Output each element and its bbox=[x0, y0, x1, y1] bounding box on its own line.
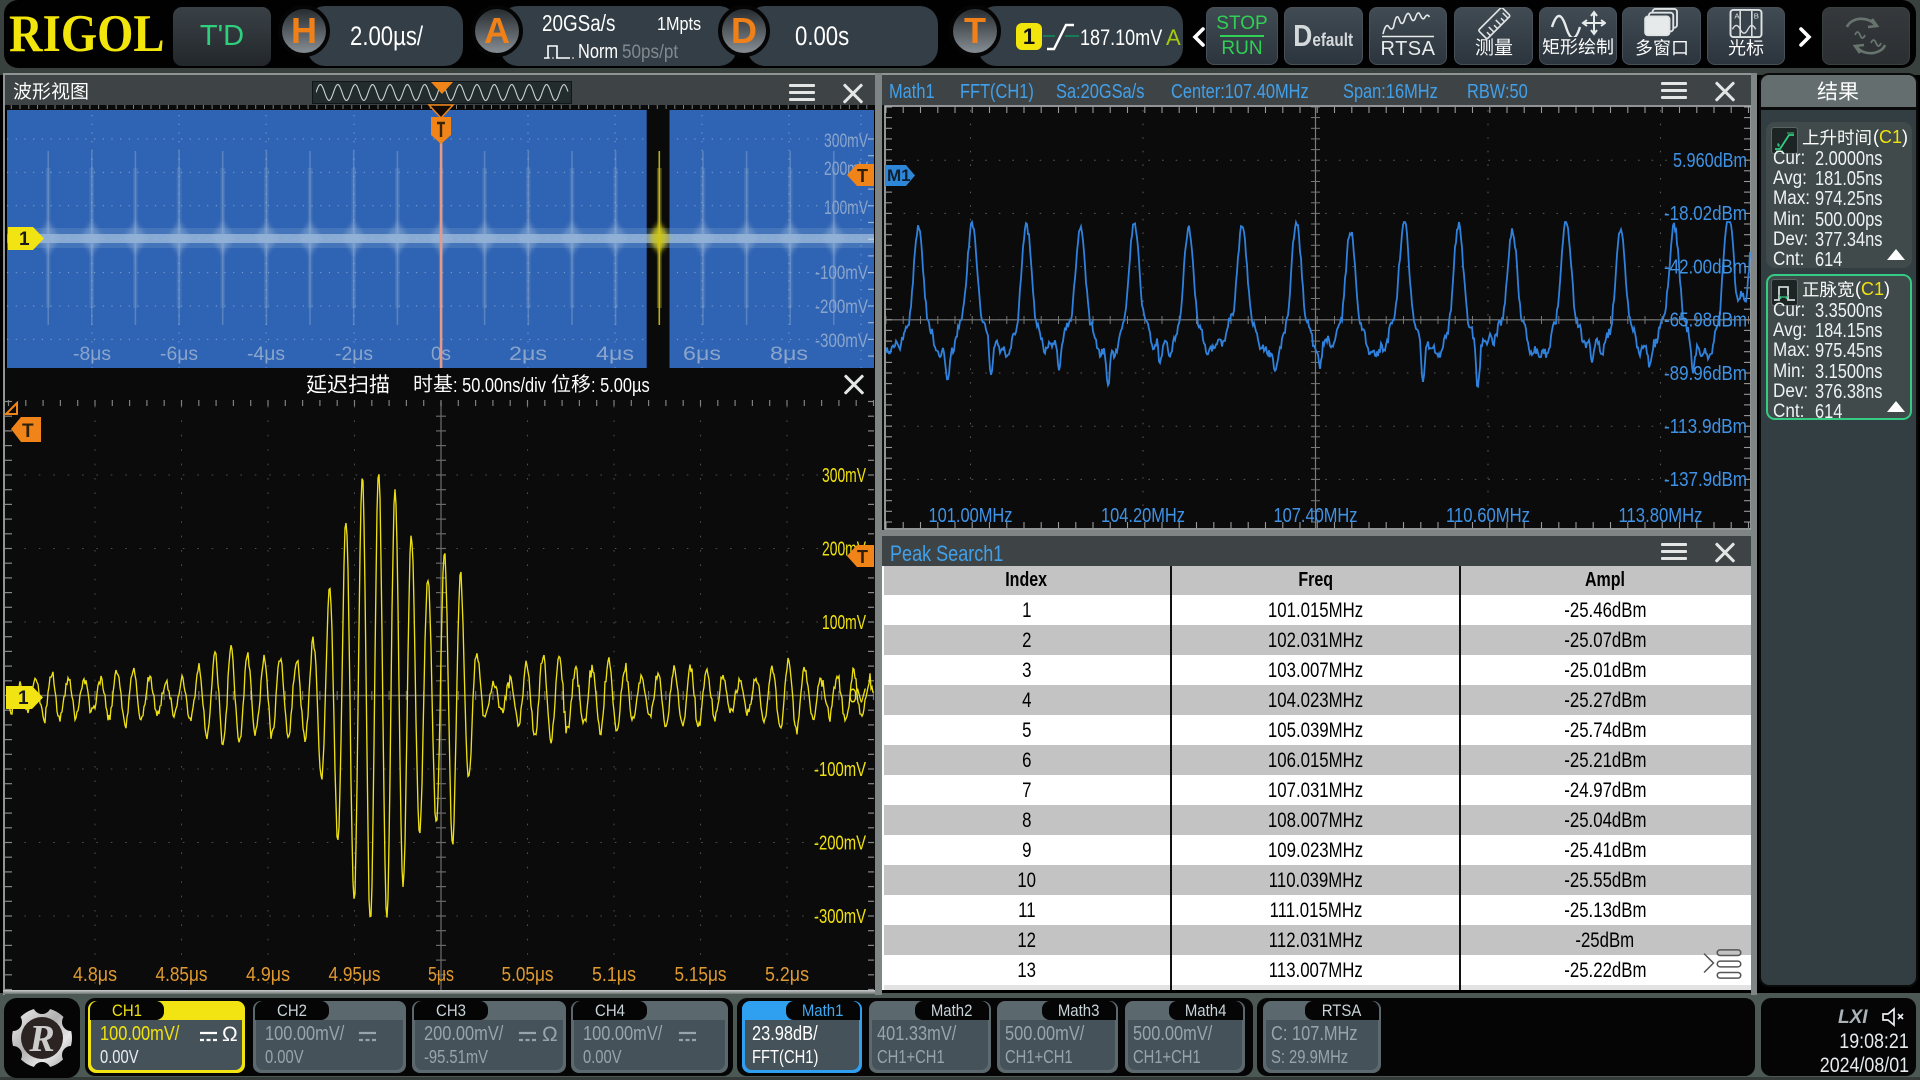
svg-text:-4μs: -4μs bbox=[247, 344, 285, 365]
svg-text:B: B bbox=[1754, 12, 1759, 21]
svg-text:T: T bbox=[22, 421, 34, 442]
svg-text:-137.9dBm: -137.9dBm bbox=[1664, 469, 1747, 491]
svg-text:300mV: 300mV bbox=[824, 131, 868, 152]
svg-text:6μs: 6μs bbox=[683, 344, 721, 365]
svg-text:A: A bbox=[1734, 12, 1740, 21]
svg-text:-200mV: -200mV bbox=[815, 297, 868, 318]
svg-text:4.9μs: 4.9μs bbox=[246, 964, 290, 986]
svg-text:-100mV: -100mV bbox=[815, 263, 868, 284]
svg-text:R: R bbox=[28, 1018, 54, 1060]
svg-text:-200mV: -200mV bbox=[814, 833, 866, 855]
svg-text:5μs: 5μs bbox=[428, 964, 454, 986]
svg-text:-89.96dBm: -89.96dBm bbox=[1664, 363, 1747, 385]
svg-text:-65.98dBm: -65.98dBm bbox=[1664, 310, 1747, 332]
svg-text:-100mV: -100mV bbox=[814, 759, 866, 781]
svg-text:2μs: 2μs bbox=[509, 344, 547, 365]
svg-text:113.80MHz: 113.80MHz bbox=[1619, 505, 1703, 527]
svg-text:1: 1 bbox=[19, 229, 30, 250]
svg-text:-300mV: -300mV bbox=[814, 906, 866, 928]
svg-text:5.960dBm: 5.960dBm bbox=[1673, 150, 1747, 172]
svg-text:8μs: 8μs bbox=[770, 344, 808, 365]
svg-text:5.2μs: 5.2μs bbox=[765, 964, 809, 986]
svg-text:101.00MHz: 101.00MHz bbox=[929, 505, 1013, 527]
svg-text:-113.9dBm: -113.9dBm bbox=[1664, 416, 1747, 438]
svg-text:4.95μs: 4.95μs bbox=[329, 964, 381, 986]
svg-text:0V: 0V bbox=[849, 686, 866, 708]
svg-text:-42.00dBm: -42.00dBm bbox=[1664, 257, 1747, 279]
svg-text:4μs: 4μs bbox=[596, 344, 634, 365]
svg-text:T: T bbox=[857, 547, 868, 567]
svg-text:-18.02dBm: -18.02dBm bbox=[1664, 203, 1747, 225]
svg-text:4.85μs: 4.85μs bbox=[156, 964, 208, 986]
svg-text:-300mV: -300mV bbox=[815, 331, 868, 352]
svg-text:107.40MHz: 107.40MHz bbox=[1274, 505, 1358, 527]
svg-text:104.20MHz: 104.20MHz bbox=[1101, 505, 1185, 527]
svg-text:100mV: 100mV bbox=[822, 612, 866, 634]
svg-text:1: 1 bbox=[18, 688, 29, 709]
svg-text:T: T bbox=[857, 166, 868, 186]
svg-text:300mV: 300mV bbox=[822, 465, 866, 487]
svg-text:-8μs: -8μs bbox=[73, 344, 111, 365]
svg-text:5.1μs: 5.1μs bbox=[592, 964, 636, 986]
svg-text:5.15μs: 5.15μs bbox=[675, 964, 727, 986]
svg-text:110.60MHz: 110.60MHz bbox=[1446, 505, 1530, 527]
svg-text:4.8μs: 4.8μs bbox=[73, 964, 117, 986]
svg-text:5.05μs: 5.05μs bbox=[502, 964, 554, 986]
svg-text:-6μs: -6μs bbox=[160, 344, 198, 365]
svg-text:LXI: LXI bbox=[1838, 1007, 1868, 1028]
svg-text:M1: M1 bbox=[887, 166, 911, 185]
svg-text:100mV: 100mV bbox=[824, 198, 868, 219]
svg-text:-2μs: -2μs bbox=[335, 344, 373, 365]
